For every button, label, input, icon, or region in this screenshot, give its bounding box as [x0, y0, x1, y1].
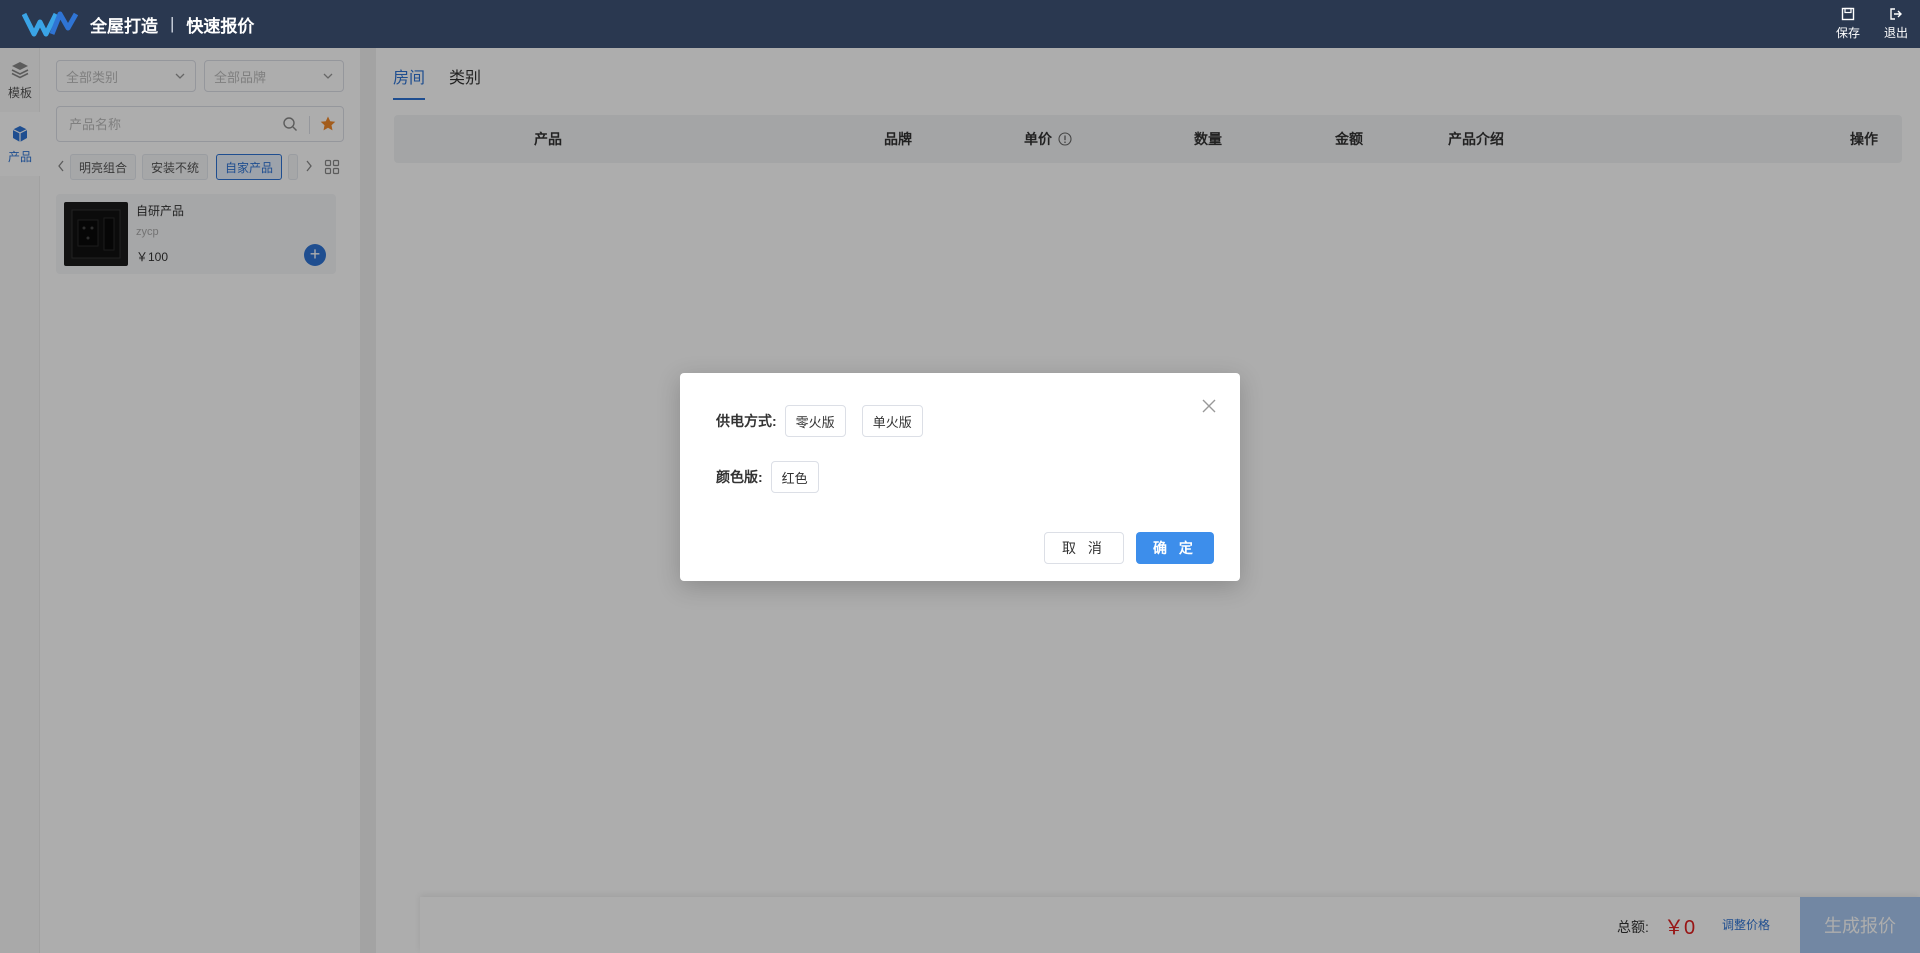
- color-option-red[interactable]: 红色: [770, 461, 819, 493]
- logo-icon: [22, 11, 78, 37]
- app-title-main: 全屋打造: [90, 16, 158, 36]
- save-button[interactable]: 保存: [1824, 0, 1872, 48]
- exit-button[interactable]: 退出: [1872, 0, 1920, 48]
- title-separator: |: [170, 14, 175, 33]
- close-icon[interactable]: [1202, 399, 1216, 413]
- power-mode-row: 供电方式: 零火版 单火版: [716, 405, 939, 437]
- power-option-single-live[interactable]: 单火版: [861, 405, 923, 437]
- app-title: 全屋打造 | 快速报价: [90, 0, 254, 48]
- top-header: 全屋打造 | 快速报价 保存 退出: [0, 0, 1920, 48]
- save-icon: [1841, 7, 1855, 21]
- spec-select-dialog: 供电方式: 零火版 单火版 颜色版: 红色 取 消 确 定: [680, 373, 1240, 581]
- exit-icon: [1890, 8, 1902, 20]
- color-label: 颜色版:: [716, 469, 763, 485]
- power-mode-label: 供电方式:: [716, 413, 777, 429]
- confirm-button[interactable]: 确 定: [1136, 532, 1214, 564]
- exit-label: 退出: [1883, 26, 1908, 40]
- app-title-sub: 快速报价: [186, 16, 255, 36]
- save-label: 保存: [1835, 26, 1860, 40]
- cancel-button[interactable]: 取 消: [1044, 532, 1124, 564]
- color-row: 颜色版: 红色: [716, 461, 835, 493]
- power-option-neutral-live[interactable]: 零火版: [784, 405, 846, 437]
